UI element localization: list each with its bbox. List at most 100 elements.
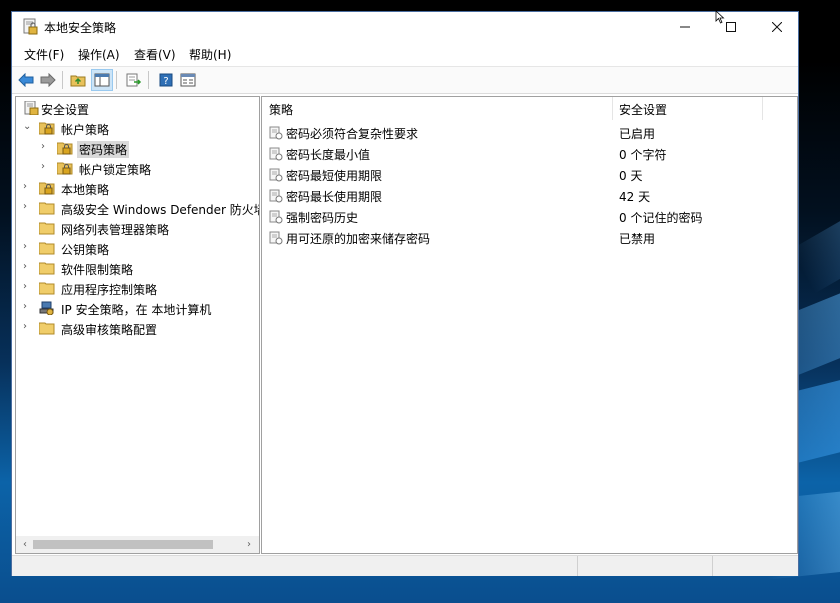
folder-icon	[39, 202, 55, 215]
chevron-right-icon[interactable]: ›	[23, 202, 33, 212]
sort-ascending-icon: ^	[434, 96, 442, 104]
menu-bar: 文件(F) 操作(A) 查看(V) 帮助(H)	[12, 42, 798, 64]
column-header-policy[interactable]: 策略	[269, 101, 293, 118]
toolbar-separator	[116, 71, 117, 89]
tree-item-label: 应用程序控制策略	[61, 283, 158, 297]
chevron-right-icon[interactable]: ›	[41, 162, 51, 172]
chevron-right-icon[interactable]: ›	[23, 262, 33, 272]
menu-help[interactable]: 帮助(H)	[189, 46, 231, 63]
policy-name: 密码最短使用期限	[286, 169, 383, 183]
folder-icon	[39, 262, 55, 275]
minimize-button[interactable]	[662, 12, 708, 42]
ipsec-policy-icon	[39, 301, 54, 315]
help-icon: ?	[159, 73, 173, 87]
scrollbar-thumb[interactable]	[33, 540, 213, 549]
scroll-right-icon[interactable]: ›	[242, 538, 256, 551]
tree-item-application-control-policies[interactable]: › 应用程序控制策略	[16, 278, 259, 298]
tree-item-label: 网络列表管理器策略	[61, 223, 170, 237]
tree-item-advanced-audit-policy[interactable]: › 高级审核策略配置	[16, 318, 259, 338]
properties-icon	[180, 73, 196, 87]
folder-icon	[39, 222, 55, 235]
policy-value: 0 个记住的密码	[619, 211, 703, 225]
status-bar-divider	[712, 556, 713, 576]
tree-item-public-key-policies[interactable]: › 公钥策略	[16, 238, 259, 258]
tree-item-label: 软件限制策略	[61, 263, 134, 277]
export-list-button[interactable]	[124, 70, 144, 90]
chevron-right-icon[interactable]: ›	[23, 282, 33, 292]
back-button[interactable]	[16, 70, 36, 90]
folder-icon	[39, 322, 55, 335]
tree-item-windows-defender-firewall[interactable]: › 高级安全 Windows Defender 防火墙	[16, 198, 259, 218]
tree-item-software-restriction-policies[interactable]: › 软件限制策略	[16, 258, 259, 278]
forward-arrow-icon	[40, 73, 56, 87]
menu-action[interactable]: 操作(A)	[78, 46, 120, 63]
chevron-right-icon[interactable]: ›	[23, 322, 33, 332]
policy-setting-icon	[269, 231, 283, 245]
scroll-left-icon[interactable]: ‹	[18, 538, 32, 551]
list-item[interactable]: 用可还原的加密来储存密码 已禁用	[262, 227, 797, 248]
chevron-right-icon[interactable]: ›	[23, 182, 33, 192]
minimize-icon	[680, 26, 690, 28]
tree-item-label: 高级审核策略配置	[61, 323, 158, 337]
mouse-cursor-icon	[715, 10, 725, 24]
tree-item-local-policies[interactable]: › 本地策略	[16, 178, 259, 198]
toolbar-separator	[148, 71, 149, 89]
maximize-icon	[726, 22, 736, 32]
list-item[interactable]: 密码最短使用期限 0 天	[262, 164, 797, 185]
status-bar-divider	[577, 556, 578, 576]
show-hide-console-tree-button[interactable]	[91, 69, 113, 91]
column-header-security-setting[interactable]: 安全设置	[619, 101, 667, 118]
tree-item-label: 高级安全 Windows Defender 防火墙	[61, 203, 260, 217]
up-folder-icon	[70, 75, 86, 87]
console-tree-pane: 安全设置 ⌄ 帐户策略 › 密码策略 › 帐户锁定策略 › 本地策略 › 高级安…	[15, 96, 260, 554]
close-icon	[772, 22, 782, 32]
policy-name: 用可还原的加密来储存密码	[286, 232, 431, 246]
security-settings-icon	[24, 101, 39, 115]
chevron-right-icon[interactable]: ›	[23, 242, 33, 252]
policy-setting-icon	[269, 168, 283, 182]
policy-setting-icon	[269, 210, 283, 224]
tree-item-security-settings[interactable]: 安全设置	[16, 98, 259, 118]
tree-item-label: 帐户策略	[61, 123, 110, 137]
chevron-down-icon[interactable]: ⌄	[23, 122, 33, 132]
column-divider[interactable]	[762, 97, 763, 120]
chevron-right-icon[interactable]: ›	[23, 302, 33, 312]
toolbar-separator	[62, 71, 63, 89]
svg-text:?: ?	[163, 76, 168, 87]
list-item[interactable]: 密码最长使用期限 42 天	[262, 185, 797, 206]
folder-lock-icon	[39, 122, 55, 135]
list-item[interactable]: 密码长度最小值 0 个字符	[262, 143, 797, 164]
policy-name: 密码最长使用期限	[286, 190, 383, 204]
menu-view[interactable]: 查看(V)	[134, 46, 176, 63]
policy-value: 已禁用	[619, 232, 656, 246]
tree-item-label: 公钥策略	[61, 243, 110, 257]
forward-button[interactable]	[38, 70, 58, 90]
tree-horizontal-scrollbar[interactable]: ‹ ›	[16, 536, 259, 553]
tree-item-account-lockout-policy[interactable]: › 帐户锁定策略	[16, 158, 259, 178]
up-one-level-button[interactable]	[68, 70, 88, 90]
tree-item-password-policy[interactable]: › 密码策略	[16, 138, 259, 158]
close-button[interactable]	[754, 12, 800, 42]
chevron-right-icon[interactable]: ›	[41, 142, 51, 152]
tree-item-network-list-manager-policies[interactable]: 网络列表管理器策略	[16, 218, 259, 238]
policy-setting-icon	[269, 126, 283, 140]
window-title: 本地安全策略	[44, 21, 117, 35]
tree-item-label: 帐户锁定策略	[79, 163, 152, 177]
list-item[interactable]: 密码必须符合复杂性要求 已启用	[262, 122, 797, 143]
toolbar: ?	[12, 66, 798, 94]
policy-value: 42 天	[619, 190, 651, 204]
policy-list-pane: ^ 策略 安全设置 密码必须符合复杂性要求 已启用 密码长度最小值 0 个字符 …	[261, 96, 798, 554]
tree-item-account-policies[interactable]: ⌄ 帐户策略	[16, 118, 259, 138]
menu-file[interactable]: 文件(F)	[24, 46, 64, 63]
column-divider[interactable]	[612, 97, 613, 120]
tree-item-label: 密码策略	[77, 141, 130, 158]
title-bar[interactable]: 本地安全策略	[12, 12, 798, 42]
policy-setting-icon	[269, 189, 283, 203]
list-item[interactable]: 强制密码历史 0 个记住的密码	[262, 206, 797, 227]
folder-lock-icon	[57, 162, 73, 175]
policy-value: 0 天	[619, 169, 643, 183]
tree-item-ip-security-policies[interactable]: › IP 安全策略，在 本地计算机	[16, 298, 259, 318]
properties-button[interactable]	[178, 70, 198, 90]
help-button[interactable]: ?	[156, 70, 176, 90]
policy-name: 密码长度最小值	[286, 148, 371, 162]
